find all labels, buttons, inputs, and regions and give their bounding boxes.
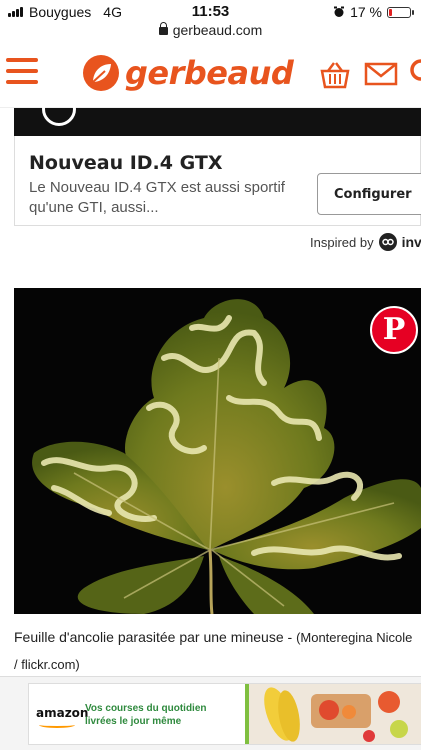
bottom-ad-banner[interactable]: amazon Vos courses du quotidien livrées … (0, 676, 421, 750)
lock-icon (158, 22, 168, 35)
article-photo[interactable] (14, 288, 421, 614)
site-logo[interactable]: gerbeaud (83, 54, 294, 92)
status-right: 17 % (333, 4, 414, 20)
url-text: gerbeaud.com (172, 22, 263, 38)
amazon-ad-line1: Vos courses du quotidien (85, 703, 207, 714)
invibe-logo-icon (378, 233, 397, 251)
logo-leaf-icon (83, 55, 119, 91)
groceries-image (249, 684, 421, 744)
battery-icon (387, 6, 414, 18)
battery-percent: 17 % (350, 4, 382, 20)
invibe-brand: invibe (401, 234, 421, 250)
leaf-image (14, 288, 421, 614)
menu-icon[interactable] (6, 58, 38, 88)
photo-caption: Feuille d'ancolie parasitée par une mine… (14, 624, 418, 678)
amazon-logo: amazon (36, 706, 89, 720)
inspired-label: Inspired by (310, 234, 374, 250)
ad-card[interactable]: Nouveau ID.4 GTX Le Nouveau ID.4 GTX est… (14, 136, 421, 226)
ad-title: Nouveau ID.4 GTX (29, 152, 223, 174)
status-bar: Bouygues 4G 11:53 17 % (0, 0, 421, 24)
amazon-ad[interactable]: amazon Vos courses du quotidien livrées … (28, 683, 421, 745)
basket-icon[interactable] (318, 60, 352, 90)
amazon-ad-line2: livrées le jour même (85, 716, 182, 727)
mail-icon[interactable] (364, 62, 398, 86)
pinterest-icon: P (382, 312, 406, 347)
amazon-ad-text: Vos courses du quotidien livrées le jour… (85, 702, 207, 728)
amazon-smile-icon (39, 722, 75, 728)
alarm-icon (334, 6, 345, 17)
vw-logo-icon (42, 92, 76, 126)
search-icon[interactable] (408, 58, 421, 88)
inspired-by[interactable]: Inspired by invibe (310, 233, 421, 251)
url-bar[interactable]: gerbeaud.com (0, 22, 421, 38)
ad-description: Le Nouveau ID.4 GTX est aussi sportif qu… (29, 179, 285, 216)
caption-text: Feuille d'ancolie parasitée par une mine… (14, 629, 297, 645)
pinterest-button[interactable]: P (370, 306, 418, 354)
configurer-button[interactable]: Configurer (317, 173, 421, 215)
battery-fill (389, 8, 392, 16)
ad-banner-image[interactable] (14, 92, 421, 136)
logo-text: gerbeaud (125, 54, 294, 92)
